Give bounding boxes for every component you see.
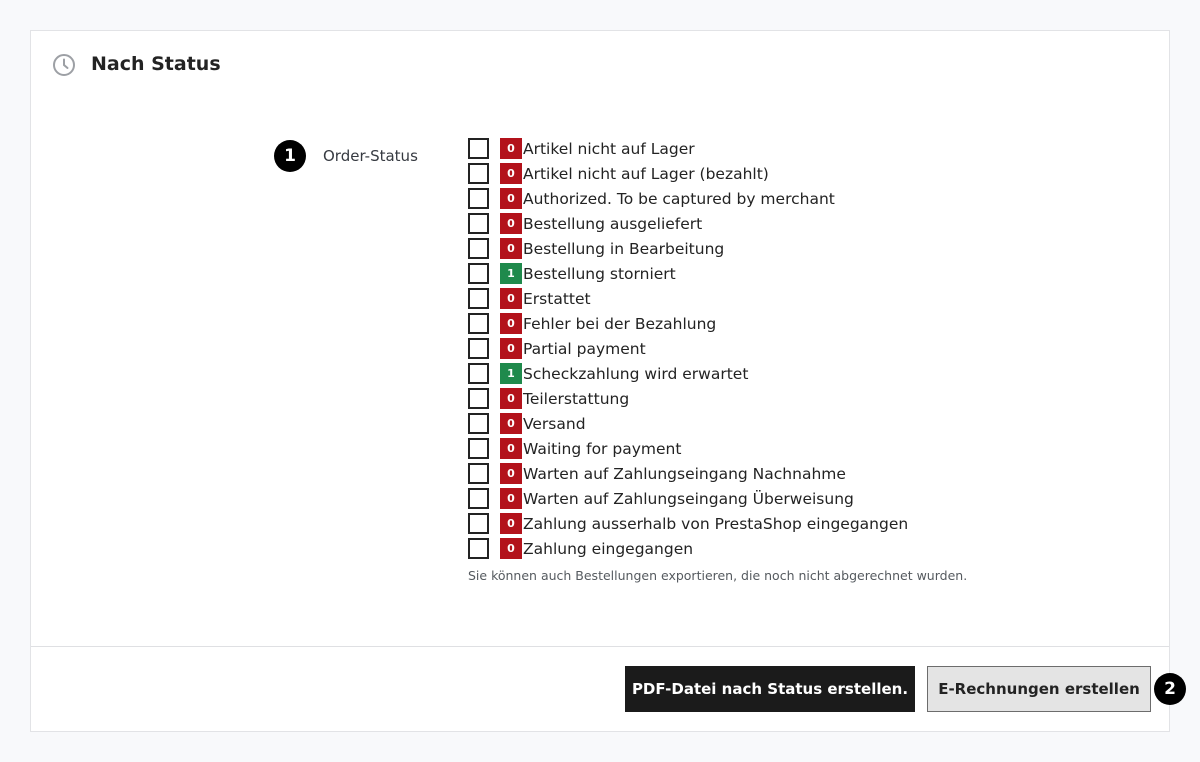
status-row[interactable]: 0 Zahlung ausserhalb von PrestaShop einge…	[468, 511, 908, 536]
status-checkbox[interactable]	[468, 238, 489, 259]
create-e-invoices-button[interactable]: E-Rechnungen erstellen	[927, 666, 1151, 712]
status-count-badge: 0	[500, 313, 522, 334]
status-count-badge: 1	[500, 363, 522, 384]
status-checkbox[interactable]	[468, 463, 489, 484]
status-checkbox[interactable]	[468, 138, 489, 159]
status-checkbox[interactable]	[468, 163, 489, 184]
order-status-list: 0 Artikel nicht auf Lager 0 Artikel nicht a…	[468, 136, 908, 561]
status-count-badge: 0	[500, 438, 522, 459]
status-checkbox[interactable]	[468, 438, 489, 459]
status-export-panel: Nach Status 1 Order-Status 0 Artikel nich…	[30, 30, 1186, 732]
status-row[interactable]: 0 Authorized. To be captured by merchant	[468, 186, 908, 211]
status-label[interactable]: Warten auf Zahlungseingang Nachnahme	[523, 465, 846, 483]
status-checkbox[interactable]	[468, 488, 489, 509]
status-row[interactable]: 0 Zahlung eingegangen	[468, 536, 908, 561]
status-checkbox[interactable]	[468, 538, 489, 559]
status-count-badge: 0	[500, 163, 522, 184]
status-label[interactable]: Artikel nicht auf Lager	[523, 140, 695, 158]
status-row[interactable]: 1 Bestellung storniert	[468, 261, 908, 286]
status-label[interactable]: Bestellung storniert	[523, 265, 676, 283]
status-count-badge: 0	[500, 138, 522, 159]
status-count-badge: 1	[500, 263, 522, 284]
status-count-badge: 0	[500, 413, 522, 434]
status-checkbox[interactable]	[468, 513, 489, 534]
status-row[interactable]: 0 Bestellung in Bearbeitung	[468, 236, 908, 261]
status-label[interactable]: Warten auf Zahlungseingang Überweisung	[523, 490, 854, 508]
status-label[interactable]: Fehler bei der Bezahlung	[523, 315, 716, 333]
status-checkbox[interactable]	[468, 313, 489, 334]
clock-icon	[52, 53, 76, 77]
status-count-badge: 0	[500, 288, 522, 309]
status-label[interactable]: Waiting for payment	[523, 440, 681, 458]
status-row[interactable]: 0 Bestellung ausgeliefert	[468, 211, 908, 236]
status-row[interactable]: 0 Fehler bei der Bezahlung	[468, 311, 908, 336]
status-row[interactable]: 0 Artikel nicht auf Lager	[468, 136, 908, 161]
status-count-badge: 0	[500, 213, 522, 234]
status-row[interactable]: 0 Artikel nicht auf Lager (bezahlt)	[468, 161, 908, 186]
status-count-badge: 0	[500, 463, 522, 484]
status-label[interactable]: Bestellung ausgeliefert	[523, 215, 702, 233]
status-label[interactable]: Erstattet	[523, 290, 591, 308]
status-row[interactable]: 0 Partial payment	[468, 336, 908, 361]
status-row[interactable]: 0 Warten auf Zahlungseingang Überweisung	[468, 486, 908, 511]
status-checkbox[interactable]	[468, 413, 489, 434]
status-label[interactable]: Teilerstattung	[523, 390, 629, 408]
footer-divider	[31, 646, 1169, 647]
order-status-label: Order-Status	[323, 147, 418, 165]
status-row[interactable]: 0 Warten auf Zahlungseingang Nachnahme	[468, 461, 908, 486]
status-label[interactable]: Versand	[523, 415, 586, 433]
status-label[interactable]: Scheckzahlung wird erwartet	[523, 365, 748, 383]
status-label[interactable]: Bestellung in Bearbeitung	[523, 240, 724, 258]
status-count-badge: 0	[500, 538, 522, 559]
status-checkbox[interactable]	[468, 338, 489, 359]
status-checkbox[interactable]	[468, 263, 489, 284]
status-checkbox[interactable]	[468, 363, 489, 384]
status-count-badge: 0	[500, 513, 522, 534]
step-one-badge: 1	[274, 140, 306, 172]
status-row[interactable]: 0 Teilerstattung	[468, 386, 908, 411]
status-label[interactable]: Artikel nicht auf Lager (bezahlt)	[523, 165, 769, 183]
status-checkbox[interactable]	[468, 213, 489, 234]
status-count-badge: 0	[500, 238, 522, 259]
status-row[interactable]: 0 Waiting for payment	[468, 436, 908, 461]
status-checkbox[interactable]	[468, 188, 489, 209]
panel-title: Nach Status	[91, 53, 221, 75]
status-row[interactable]: 0 Erstattet	[468, 286, 908, 311]
status-checkbox[interactable]	[468, 288, 489, 309]
step-two-badge: 2	[1154, 673, 1186, 705]
status-label[interactable]: Zahlung ausserhalb von PrestaShop eingeg…	[523, 515, 908, 533]
panel-header: Nach Status	[31, 31, 1169, 101]
status-count-badge: 0	[500, 338, 522, 359]
status-row[interactable]: 0 Versand	[468, 411, 908, 436]
status-checkbox[interactable]	[468, 388, 489, 409]
status-label[interactable]: Partial payment	[523, 340, 646, 358]
create-pdf-by-status-button[interactable]: PDF-Datei nach Status erstellen.	[625, 666, 915, 712]
status-label[interactable]: Authorized. To be captured by merchant	[523, 190, 835, 208]
status-count-badge: 0	[500, 188, 522, 209]
status-count-badge: 0	[500, 488, 522, 509]
status-count-badge: 0	[500, 388, 522, 409]
help-text: Sie können auch Bestellungen exportieren…	[468, 568, 968, 583]
status-row[interactable]: 1 Scheckzahlung wird erwartet	[468, 361, 908, 386]
status-label[interactable]: Zahlung eingegangen	[523, 540, 693, 558]
